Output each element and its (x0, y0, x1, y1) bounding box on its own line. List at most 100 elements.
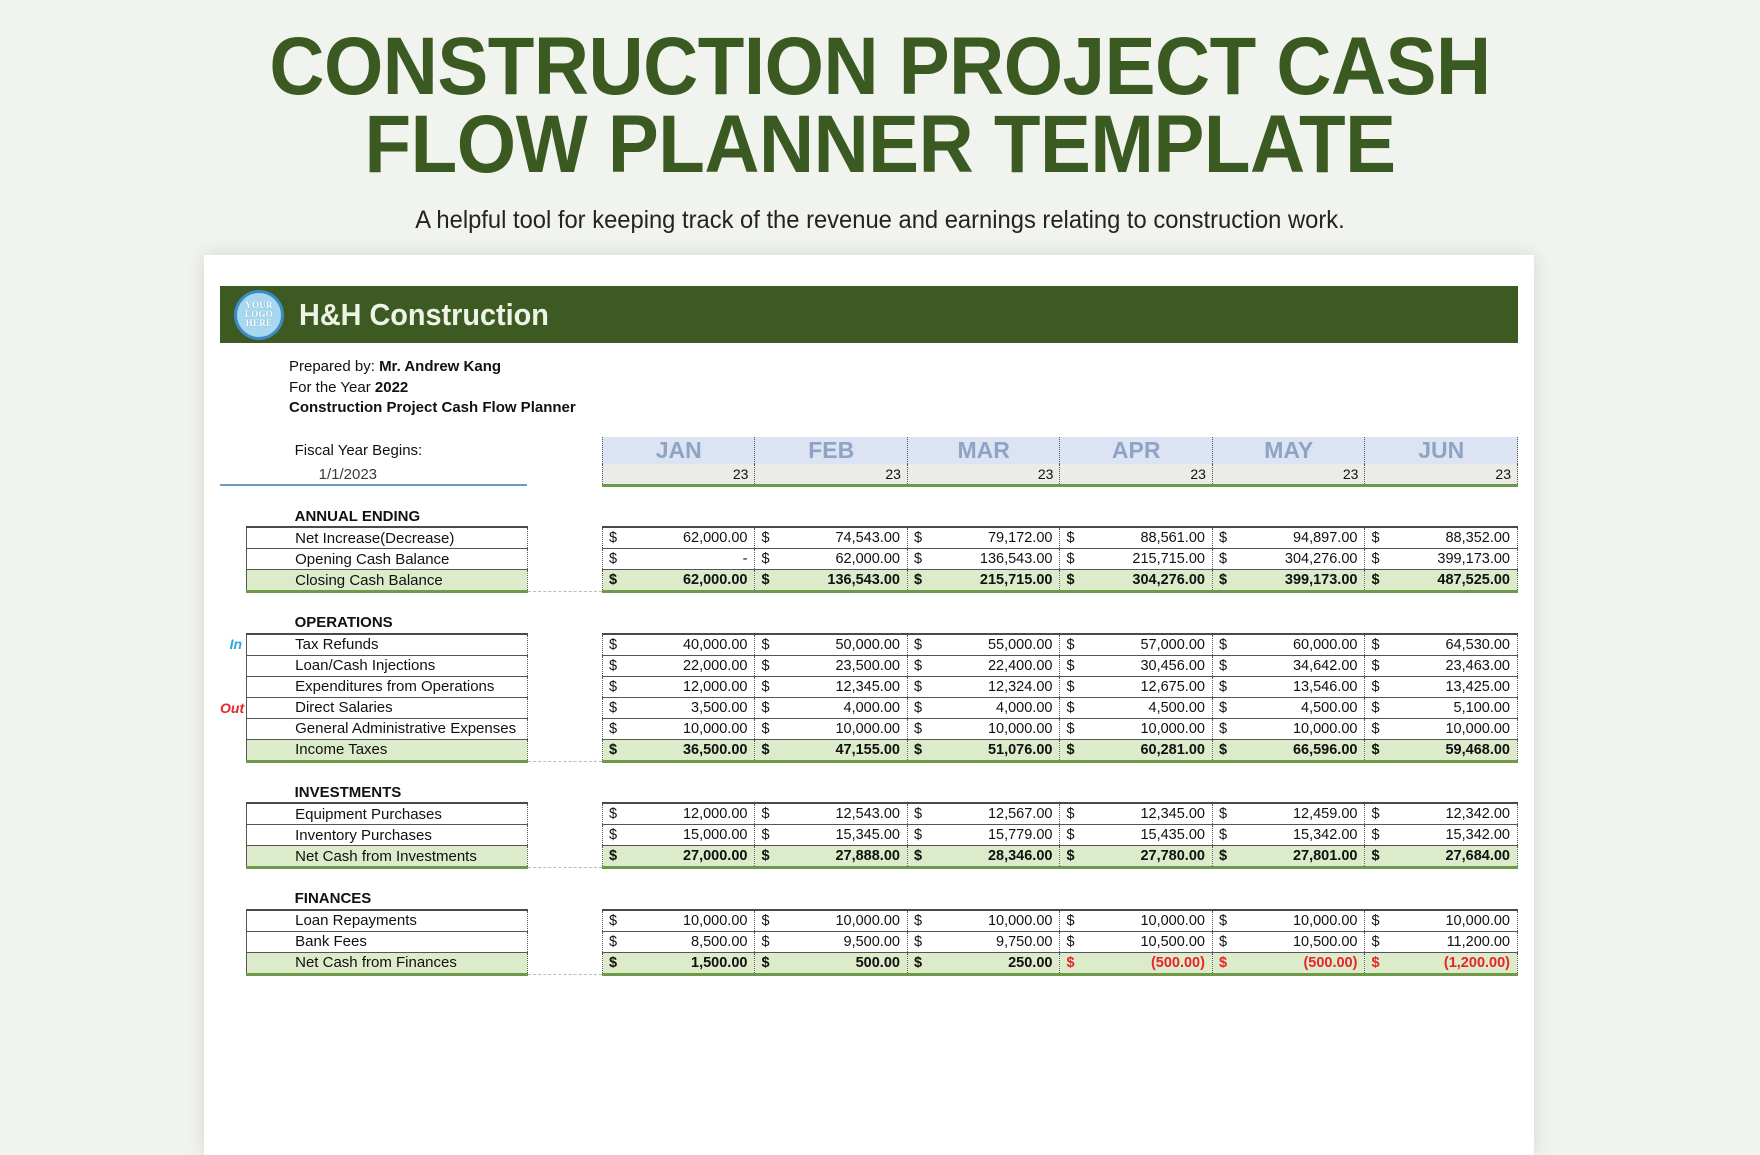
money-cell[interactable]: $250.00 (906, 951, 1061, 976)
money-cell[interactable]: $ - (601, 548, 756, 570)
money-cell[interactable]: $66,596.00 (1211, 738, 1366, 763)
money-cell[interactable]: $27,684.00 (1364, 845, 1518, 869)
money-cell[interactable]: $10,000.00 (1059, 717, 1213, 740)
money-cell[interactable]: $23,500.00 (754, 654, 908, 677)
money-cell[interactable]: $10,000.00 (601, 717, 756, 740)
money-cell[interactable]: $12,567.00 (906, 802, 1061, 825)
row-label[interactable]: Expenditures from Operations (246, 675, 528, 698)
row-label[interactable]: Closing Cash Balance (246, 569, 528, 593)
money-cell[interactable]: $15,342.00 (1364, 824, 1518, 846)
money-cell[interactable]: $10,000.00 (906, 717, 1061, 740)
money-cell[interactable]: $64,530.00 (1364, 632, 1518, 656)
money-cell[interactable]: $55,000.00 (906, 632, 1061, 656)
row-label[interactable]: General Administrative Expenses (246, 717, 528, 740)
money-cell[interactable]: $10,000.00 (906, 908, 1061, 932)
money-cell[interactable]: $3,500.00 (601, 696, 756, 719)
money-cell[interactable]: $62,000.00 (754, 548, 908, 570)
money-cell[interactable]: $ (500.00) (1059, 951, 1213, 976)
row-label[interactable]: Net Increase(Decrease) (246, 526, 528, 549)
row-label[interactable]: Loan/Cash Injections (246, 654, 528, 677)
row-label[interactable]: Loan Repayments (246, 908, 528, 932)
money-cell[interactable]: $50,000.00 (754, 632, 908, 656)
money-cell[interactable]: $51,076.00 (906, 738, 1061, 763)
money-cell[interactable]: $4,500.00 (1211, 696, 1366, 719)
money-cell[interactable]: $12,000.00 (601, 802, 756, 825)
money-cell[interactable]: $15,000.00 (601, 824, 756, 846)
money-cell[interactable]: $12,345.00 (1059, 802, 1213, 825)
money-cell[interactable]: $30,456.00 (1059, 654, 1213, 677)
money-cell[interactable]: $23,463.00 (1364, 654, 1518, 677)
money-cell[interactable]: $12,324.00 (906, 675, 1061, 698)
money-cell[interactable]: $88,352.00 (1364, 526, 1518, 549)
money-cell[interactable]: $10,000.00 (1211, 908, 1366, 932)
money-cell[interactable]: $8,500.00 (601, 930, 756, 953)
money-cell[interactable]: $4,000.00 (906, 696, 1061, 719)
money-cell[interactable]: $12,000.00 (601, 675, 756, 698)
row-label[interactable]: Income Taxes (246, 738, 528, 763)
row-label[interactable]: Net Cash from Investments (246, 845, 528, 869)
money-cell[interactable]: $60,281.00 (1059, 738, 1213, 763)
money-cell[interactable]: $10,000.00 (601, 908, 756, 932)
money-cell[interactable]: $304,276.00 (1211, 548, 1366, 570)
money-cell[interactable]: $ (500.00) (1211, 951, 1366, 976)
money-cell[interactable]: $36,500.00 (601, 738, 756, 763)
money-cell[interactable]: $4,500.00 (1059, 696, 1213, 719)
money-cell[interactable]: $136,543.00 (906, 548, 1061, 570)
row-label[interactable]: Tax Refunds (246, 632, 528, 656)
fiscal-year-date[interactable]: 1/1/2023 (246, 464, 528, 486)
row-label[interactable]: Opening Cash Balance (246, 548, 528, 570)
money-cell[interactable]: $399,173.00 (1211, 569, 1366, 593)
month-header-feb[interactable]: FEB (754, 437, 908, 464)
money-cell[interactable]: $9,500.00 (754, 930, 908, 953)
row-label[interactable]: Inventory Purchases (246, 824, 528, 846)
money-cell[interactable]: $27,780.00 (1059, 845, 1213, 869)
money-cell[interactable]: $88,561.00 (1059, 526, 1213, 549)
month-header-may[interactable]: MAY (1211, 437, 1366, 464)
money-cell[interactable]: $13,425.00 (1364, 675, 1518, 698)
money-cell[interactable]: $1,500.00 (601, 951, 756, 976)
money-cell[interactable]: $10,000.00 (754, 717, 908, 740)
money-cell[interactable]: $62,000.00 (601, 526, 756, 549)
money-cell[interactable]: $10,000.00 (1211, 717, 1366, 740)
money-cell[interactable]: $59,468.00 (1364, 738, 1518, 763)
money-cell[interactable]: $60,000.00 (1211, 632, 1366, 656)
money-cell[interactable]: $74,543.00 (754, 526, 908, 549)
money-cell[interactable]: $34,642.00 (1211, 654, 1366, 677)
money-cell[interactable]: $22,000.00 (601, 654, 756, 677)
row-label[interactable]: Equipment Purchases (246, 802, 528, 825)
money-cell[interactable]: $15,435.00 (1059, 824, 1213, 846)
month-header-jan[interactable]: JAN (601, 437, 756, 464)
money-cell[interactable]: $10,000.00 (754, 908, 908, 932)
money-cell[interactable]: $10,000.00 (1364, 717, 1518, 740)
month-header-apr[interactable]: APR (1059, 437, 1213, 464)
money-cell[interactable]: $62,000.00 (601, 569, 756, 593)
row-label[interactable]: Direct Salaries (246, 696, 528, 719)
money-cell[interactable]: $94,897.00 (1211, 526, 1366, 549)
money-cell[interactable]: $4,000.00 (754, 696, 908, 719)
money-cell[interactable]: $40,000.00 (601, 632, 756, 656)
money-cell[interactable]: $15,779.00 (906, 824, 1061, 846)
money-cell[interactable]: $15,342.00 (1211, 824, 1366, 846)
money-cell[interactable]: $12,345.00 (754, 675, 908, 698)
money-cell[interactable]: $12,543.00 (754, 802, 908, 825)
money-cell[interactable]: $47,155.00 (754, 738, 908, 763)
money-cell[interactable]: $27,000.00 (601, 845, 756, 869)
money-cell[interactable]: $10,000.00 (1059, 908, 1213, 932)
row-label[interactable]: Bank Fees (246, 930, 528, 953)
money-cell[interactable]: $215,715.00 (906, 569, 1061, 593)
money-cell[interactable]: $27,801.00 (1211, 845, 1366, 869)
money-cell[interactable]: $215,715.00 (1059, 548, 1213, 570)
money-cell[interactable]: $9,750.00 (906, 930, 1061, 953)
money-cell[interactable]: $399,173.00 (1364, 548, 1518, 570)
money-cell[interactable]: $15,345.00 (754, 824, 908, 846)
money-cell[interactable]: $5,100.00 (1364, 696, 1518, 719)
money-cell[interactable]: $27,888.00 (754, 845, 908, 869)
money-cell[interactable]: $28,346.00 (906, 845, 1061, 869)
money-cell[interactable]: $500.00 (754, 951, 908, 976)
money-cell[interactable]: $304,276.00 (1059, 569, 1213, 593)
money-cell[interactable]: $10,500.00 (1211, 930, 1366, 953)
money-cell[interactable]: $11,200.00 (1364, 930, 1518, 953)
money-cell[interactable]: $12,675.00 (1059, 675, 1213, 698)
money-cell[interactable]: $22,400.00 (906, 654, 1061, 677)
money-cell[interactable]: $ (1,200.00) (1364, 951, 1518, 976)
